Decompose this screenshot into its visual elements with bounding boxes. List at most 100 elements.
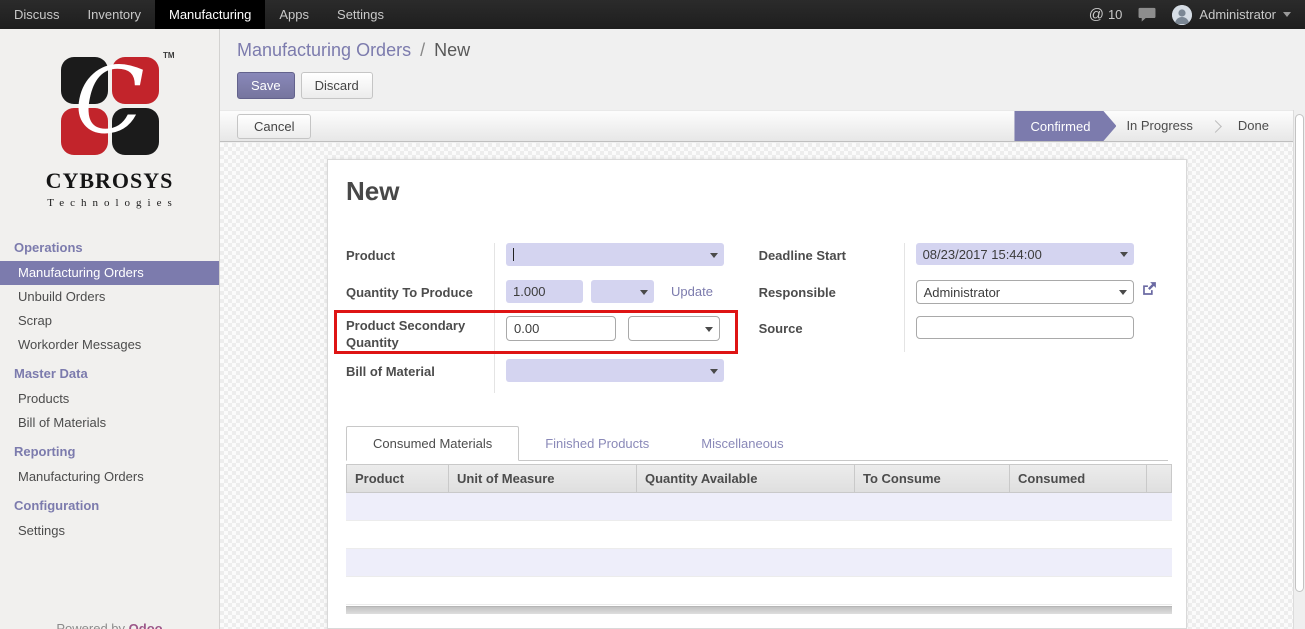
sidebar-menu: Operations Manufacturing Orders Unbuild … — [0, 231, 219, 543]
table-row[interactable] — [346, 577, 1172, 605]
section-configuration: Configuration — [0, 489, 219, 519]
tab-miscellaneous[interactable]: Miscellaneous — [675, 428, 809, 460]
brand-subtitle: Technologies — [0, 197, 219, 209]
quantity-to-produce-input[interactable]: 1.000 — [506, 280, 583, 303]
dropdown-caret-icon[interactable] — [1120, 252, 1128, 257]
cancel-button[interactable]: Cancel — [237, 114, 311, 139]
powered-by-text: Powered by — [56, 621, 125, 629]
user-menu[interactable]: Administrator — [1172, 5, 1291, 25]
dropdown-caret-icon[interactable] — [640, 290, 648, 295]
tab-finished-products[interactable]: Finished Products — [519, 428, 675, 460]
sidebar-item-products[interactable]: Products — [0, 387, 219, 411]
responsible-value: Administrator — [924, 285, 1001, 300]
odoo-link[interactable]: Odoo — [129, 621, 163, 629]
breadcrumb-current: New — [434, 40, 470, 60]
dropdown-caret-icon[interactable] — [705, 327, 713, 332]
chat-bubble-icon[interactable] — [1138, 7, 1156, 22]
form-group-left: Product Quantity To Produce — [346, 243, 736, 393]
sidebar: C TM CYBROSYS Technologies Operations Ma… — [0, 29, 220, 629]
bill-of-material-dropdown[interactable] — [506, 359, 724, 382]
secondary-quantity-value: 0.00 — [514, 321, 539, 336]
menu-inventory[interactable]: Inventory — [74, 0, 155, 29]
product-secondary-quantity-label: Product Secondary Quantity — [346, 313, 494, 359]
update-link[interactable]: Update — [671, 280, 713, 299]
company-logo: C TM CYBROSYS Technologies — [0, 29, 219, 209]
secondary-quantity-input[interactable]: 0.00 — [506, 316, 616, 341]
responsible-label: Responsible — [759, 280, 904, 316]
stage-chevron-icon — [1209, 120, 1222, 133]
tab-consumed-materials[interactable]: Consumed Materials — [346, 426, 519, 461]
menu-apps[interactable]: Apps — [265, 0, 323, 29]
sidebar-item-bill-of-materials[interactable]: Bill of Materials — [0, 411, 219, 435]
section-reporting: Reporting — [0, 435, 219, 465]
stage-pipeline: Confirmed In Progress Done — [1014, 111, 1293, 141]
record-title: New — [346, 176, 1168, 207]
stage-confirmed[interactable]: Confirmed — [1014, 111, 1116, 141]
avatar — [1172, 5, 1192, 25]
column-empty — [1147, 465, 1171, 492]
vertical-scrollbar[interactable] — [1293, 110, 1305, 629]
table-row[interactable] — [346, 521, 1172, 549]
mentions-count: 10 — [1108, 7, 1122, 22]
deadline-start-value: 08/23/2017 15:44:00 — [923, 247, 1042, 262]
deadline-start-field[interactable]: 08/23/2017 15:44:00 — [916, 243, 1134, 265]
column-consumed[interactable]: Consumed — [1010, 465, 1147, 492]
quantity-uom-dropdown[interactable] — [591, 280, 654, 303]
column-quantity-available[interactable]: Quantity Available — [637, 465, 855, 492]
text-cursor — [513, 248, 514, 261]
control-panel: Manufacturing Orders / New Save Discard — [220, 29, 1305, 110]
form-group-right: Deadline Start 08/23/2017 15:44:00 Respo… — [759, 243, 1168, 393]
sidebar-item-workorder-messages[interactable]: Workorder Messages — [0, 333, 219, 357]
stage-in-progress[interactable]: In Progress — [1116, 111, 1202, 141]
menu-discuss[interactable]: Discuss — [0, 0, 74, 29]
save-button[interactable]: Save — [237, 72, 295, 99]
source-input[interactable] — [916, 316, 1134, 339]
brand-name: CYBROSYS — [0, 168, 219, 194]
mentions-counter[interactable]: @ 10 — [1089, 6, 1123, 23]
breadcrumb-separator: / — [416, 40, 429, 60]
column-to-consume[interactable]: To Consume — [855, 465, 1010, 492]
menu-manufacturing[interactable]: Manufacturing — [155, 0, 265, 29]
section-operations: Operations — [0, 231, 219, 261]
stage-done[interactable]: Done — [1228, 111, 1279, 141]
user-name: Administrator — [1199, 7, 1276, 22]
trademark-mark: TM — [163, 51, 175, 60]
dropdown-caret-icon[interactable] — [710, 369, 718, 374]
bill-of-material-label: Bill of Material — [346, 359, 494, 393]
dropdown-caret-icon[interactable] — [710, 253, 718, 258]
top-navbar: Discuss Inventory Manufacturing Apps Set… — [0, 0, 1305, 29]
main-content: Manufacturing Orders / New Save Discard … — [220, 29, 1305, 629]
sidebar-item-manufacturing-orders[interactable]: Manufacturing Orders — [0, 261, 219, 285]
quantity-to-produce-label: Quantity To Produce — [346, 280, 494, 313]
quantity-value: 1.000 — [513, 284, 546, 299]
responsible-field[interactable]: Administrator — [916, 280, 1134, 304]
powered-by: Powered by Odoo — [0, 621, 219, 629]
menu-settings[interactable]: Settings — [323, 0, 398, 29]
scrollbar-thumb[interactable] — [1295, 114, 1304, 592]
discard-button[interactable]: Discard — [301, 72, 373, 99]
breadcrumb: Manufacturing Orders / New — [237, 40, 1305, 61]
at-icon: @ — [1089, 6, 1104, 23]
form-view-background: New Product — [220, 143, 1293, 629]
source-label: Source — [759, 316, 904, 352]
external-link-icon[interactable] — [1141, 280, 1158, 297]
breadcrumb-parent[interactable]: Manufacturing Orders — [237, 40, 411, 60]
tab-bar: Consumed Materials Finished Products Mis… — [346, 427, 1168, 461]
column-unit-of-measure[interactable]: Unit of Measure — [449, 465, 637, 492]
sidebar-item-scrap[interactable]: Scrap — [0, 309, 219, 333]
table-row[interactable] — [346, 493, 1172, 521]
sidebar-item-settings[interactable]: Settings — [0, 519, 219, 543]
notebook: Consumed Materials Finished Products Mis… — [346, 427, 1168, 614]
consumed-materials-table: Product Unit of Measure Quantity Availab… — [346, 464, 1172, 614]
dropdown-caret-icon[interactable] — [1119, 290, 1127, 295]
chevron-down-icon — [1283, 12, 1291, 17]
product-field[interactable] — [506, 243, 724, 266]
column-product[interactable]: Product — [347, 465, 449, 492]
secondary-uom-dropdown[interactable] — [628, 316, 720, 341]
logo-monogram: C — [61, 41, 159, 161]
sidebar-item-reporting-manufacturing-orders[interactable]: Manufacturing Orders — [0, 465, 219, 489]
table-header-row: Product Unit of Measure Quantity Availab… — [346, 464, 1172, 493]
sidebar-item-unbuild-orders[interactable]: Unbuild Orders — [0, 285, 219, 309]
table-row[interactable] — [346, 549, 1172, 577]
table-horizontal-scrollbar[interactable] — [346, 606, 1172, 614]
